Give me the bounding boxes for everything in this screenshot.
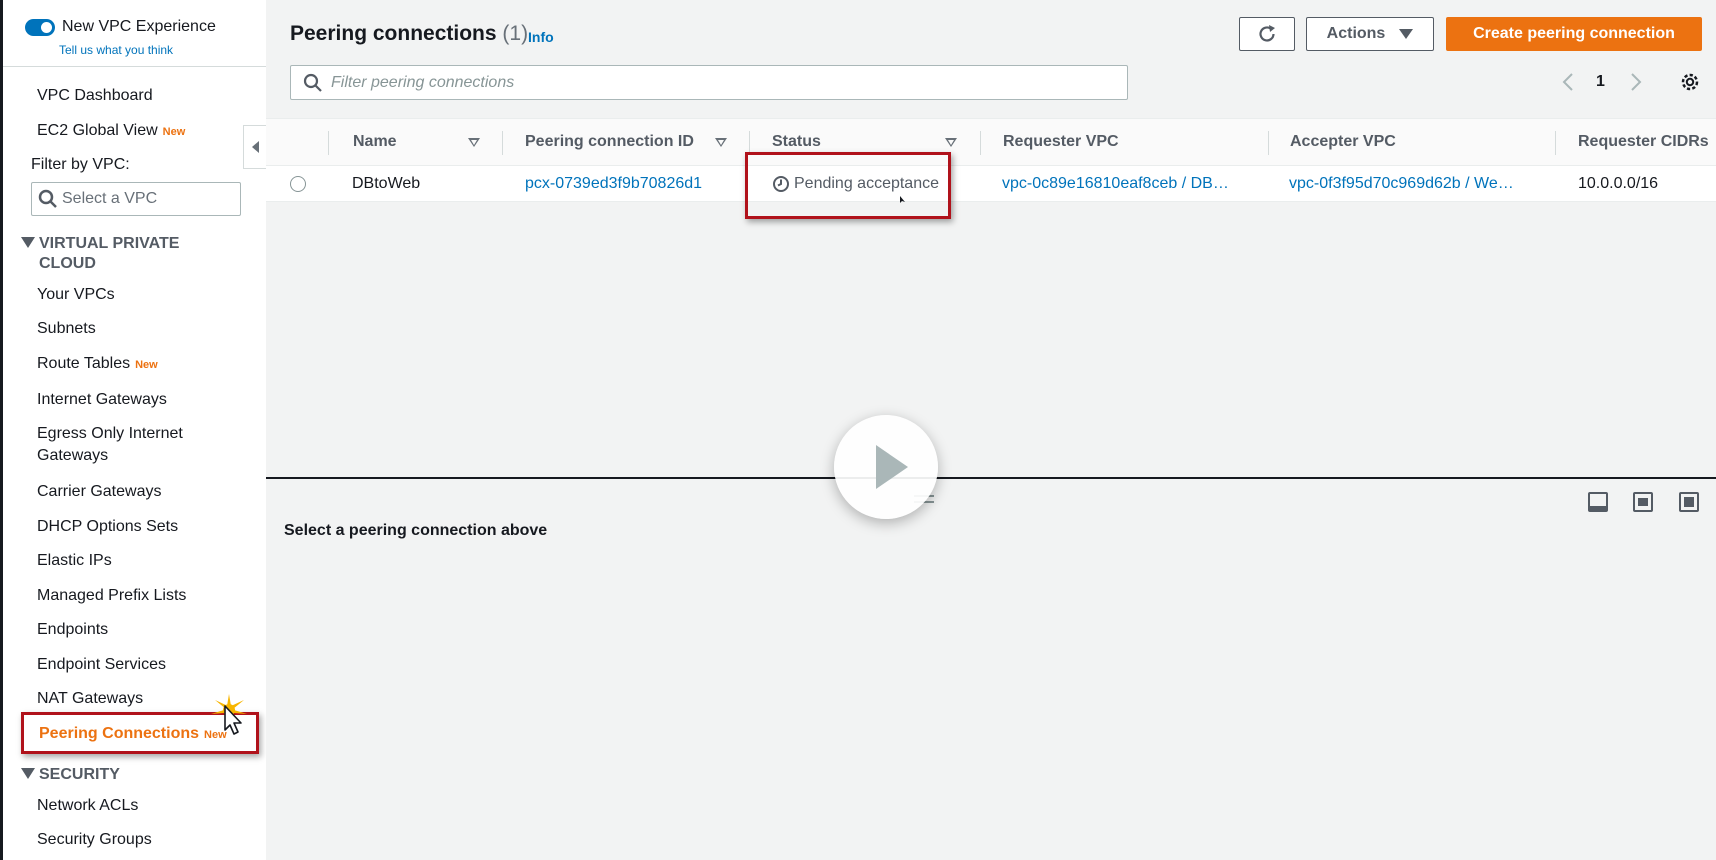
sidebar-item-managed-prefix-lists[interactable]: Managed Prefix Lists <box>37 585 186 607</box>
column-header-name[interactable]: Name <box>353 133 397 151</box>
table-row[interactable]: DBtoWeb pcx-0739ed3f9b70826d1 Pending ac… <box>266 166 1716 202</box>
sidebar-divider <box>3 66 266 67</box>
cell-accepter-vpc-link[interactable]: vpc-0f3f95d70c969d62b / We… <box>1289 175 1514 193</box>
panel-bottom-icon[interactable] <box>1588 492 1608 512</box>
column-header-requester-vpc[interactable]: Requester VPC <box>1003 133 1119 151</box>
filter-input[interactable]: Filter peering connections <box>290 65 1128 100</box>
sidebar-item-your-vpcs[interactable]: Your VPCs <box>37 284 115 306</box>
column-header-peering-connection-id[interactable]: Peering connection ID <box>525 133 694 151</box>
sidebar-item-ec2-global-view[interactable]: EC2 Global View New <box>37 120 185 143</box>
sort-icon[interactable] <box>715 138 727 147</box>
column-header-requester-cidrs[interactable]: Requester CIDRs <box>1578 133 1709 151</box>
next-page-icon[interactable] <box>1628 72 1644 92</box>
refresh-icon <box>1259 25 1275 42</box>
search-icon <box>303 73 322 92</box>
vpc-select-placeholder: Select a VPC <box>62 190 158 207</box>
page-title: Peering connections (1) <box>290 22 529 45</box>
caret-down-icon <box>1399 29 1414 39</box>
gear-icon[interactable] <box>1679 71 1701 93</box>
sidebar-collapse-button[interactable] <box>243 125 267 169</box>
split-panel-message: Select a peering connection above <box>284 522 548 539</box>
cell-requester-vpc-link[interactable]: vpc-0c89e16810eaf8ceb / DB… <box>1002 175 1229 193</box>
sidebar-item-internet-gateways[interactable]: Internet Gateways <box>37 389 167 411</box>
refresh-button[interactable] <box>1239 17 1295 51</box>
click-cursor-icon <box>211 694 247 735</box>
new-badge: New <box>135 359 158 371</box>
row-select-radio[interactable] <box>290 176 306 192</box>
table-header: Name Peering connection ID Status Reques… <box>266 118 1716 166</box>
column-separator <box>1555 131 1556 155</box>
panel-side-icon[interactable] <box>1633 492 1653 512</box>
sidebar-item-vpc-dashboard[interactable]: VPC Dashboard <box>37 85 153 107</box>
new-badge: New <box>162 126 186 138</box>
sidebar-item-route-tables[interactable]: Route Tables New <box>37 353 158 376</box>
sidebar: New VPC Experience Tell us what you thin… <box>0 0 266 860</box>
cell-requester-cidrs: 10.0.0.0/16 <box>1578 175 1659 192</box>
sidebar-item-subnets[interactable]: Subnets <box>37 318 96 340</box>
mouse-pointer-icon <box>900 196 905 203</box>
column-header-status[interactable]: Status <box>772 133 821 151</box>
filter-by-vpc-label: Filter by VPC: <box>31 156 130 173</box>
new-vpc-experience-toggle-row[interactable]: New VPC Experience <box>25 18 216 36</box>
split-panel-divider[interactable] <box>266 477 1716 479</box>
sidebar-item-dhcp-options-sets[interactable]: DHCP Options Sets <box>37 516 178 538</box>
actions-dropdown[interactable]: Actions <box>1306 17 1434 51</box>
sidebar-item-endpoint-services[interactable]: Endpoint Services <box>37 654 166 676</box>
filter-placeholder: Filter peering connections <box>331 73 515 91</box>
previous-page-icon[interactable] <box>1560 72 1576 92</box>
new-vpc-experience-toggle[interactable] <box>25 18 55 36</box>
sidebar-item-security-groups[interactable]: Security Groups <box>37 829 152 851</box>
section-virtual-private-cloud[interactable]: VIRTUAL PRIVATE CLOUD <box>21 234 179 274</box>
column-separator <box>502 131 503 155</box>
column-separator <box>1268 131 1269 155</box>
vpc-select[interactable]: Select a VPC <box>31 182 241 216</box>
info-link[interactable]: Info <box>528 29 554 45</box>
sidebar-item-elastic-ips[interactable]: Elastic IPs <box>37 550 112 572</box>
column-separator <box>328 131 329 155</box>
sidebar-item-egress-only-internet-gateways[interactable]: Egress Only Internet Gateways <box>37 423 183 467</box>
video-play-button[interactable] <box>834 415 938 519</box>
cell-name: DBtoWeb <box>352 175 421 192</box>
cell-peering-connection-id-link[interactable]: pcx-0739ed3f9b70826d1 <box>525 175 702 193</box>
search-icon <box>38 189 57 208</box>
column-separator <box>980 131 981 155</box>
caret-down-icon <box>21 237 35 249</box>
caret-down-icon <box>21 768 35 780</box>
sidebar-item-carrier-gateways[interactable]: Carrier Gateways <box>37 481 161 503</box>
toggle-label: New VPC Experience <box>62 18 216 35</box>
sidebar-item-nat-gateways[interactable]: NAT Gateways <box>37 688 143 710</box>
column-header-accepter-vpc[interactable]: Accepter VPC <box>1290 133 1396 151</box>
sidebar-item-network-acls[interactable]: Network ACLs <box>37 795 138 817</box>
chevron-left-icon <box>252 141 259 153</box>
sort-icon[interactable] <box>945 138 957 147</box>
panel-hide-icon[interactable] <box>1679 492 1699 512</box>
highlight-box-status <box>745 152 951 219</box>
section-security[interactable]: SECURITY <box>21 765 120 785</box>
create-peering-connection-button[interactable]: Create peering connection <box>1446 17 1702 51</box>
item-count: (1) <box>502 22 529 45</box>
sort-icon[interactable] <box>468 138 480 147</box>
current-page-number[interactable]: 1 <box>1596 73 1605 91</box>
sidebar-item-endpoints[interactable]: Endpoints <box>37 619 108 641</box>
feedback-link[interactable]: Tell us what you think <box>59 43 173 57</box>
